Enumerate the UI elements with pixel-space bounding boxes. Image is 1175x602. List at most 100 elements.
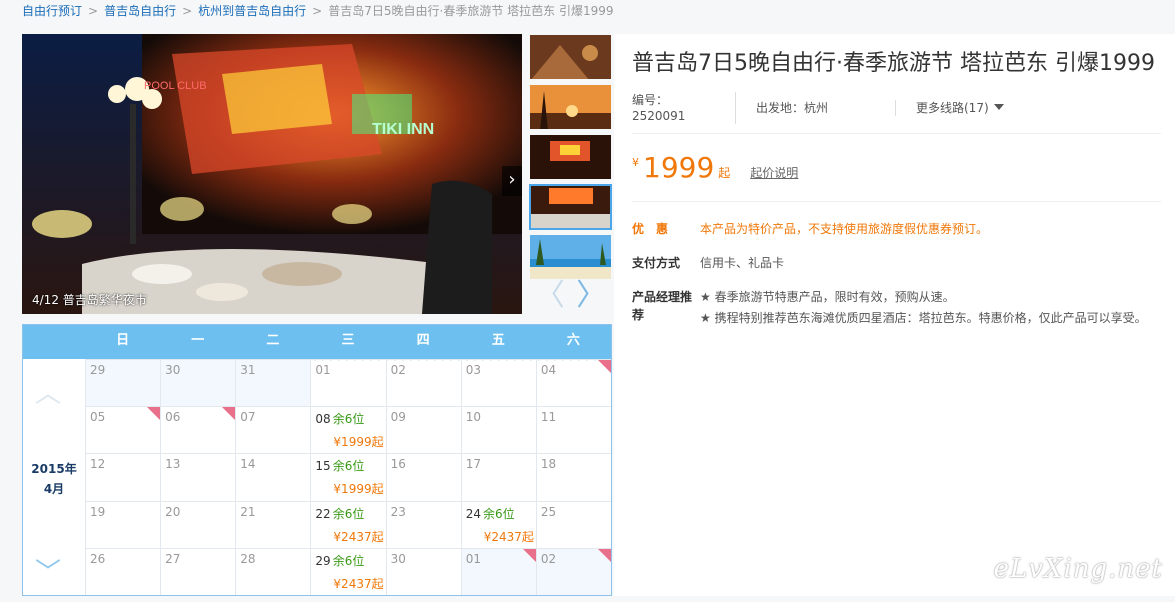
main-photo[interactable]: POOL CLUB TIKI INN 4/12 普吉岛繁华夜市 › (22, 34, 522, 314)
calendar-day-number: 10 (465, 410, 481, 425)
calendar-day-cell[interactable]: 09 (385, 406, 461, 454)
calendar-day-cell[interactable]: 18 (535, 453, 611, 501)
day-price: ¥2437起 (333, 576, 384, 591)
calendar-day-cell[interactable]: 29 (85, 359, 161, 407)
thumbnail-3[interactable] (529, 134, 612, 180)
product-title: 普吉岛7日5晚自由行·春季旅游节 塔拉芭东 引爆1999 (632, 51, 1155, 76)
calendar-day-cell[interactable]: 11 (535, 406, 611, 454)
calendar-day-number: 06 (165, 410, 181, 425)
thumbnail-image (530, 35, 611, 79)
price-explain-link[interactable]: 起价说明 (750, 164, 798, 181)
calendar-day-cell[interactable]: 21 (235, 500, 311, 548)
chevron-up-icon[interactable]: ︿ (35, 373, 61, 410)
calendar-day-number: 01 (465, 551, 481, 566)
thumbnail-prev-icon[interactable]: 〈 (535, 281, 565, 311)
product-info-panel: 普吉岛7日5晚自由行·春季旅游节 塔拉芭东 引爆1999 编号：2520091 … (614, 34, 1175, 596)
calendar-day-cell[interactable]: 13 (160, 453, 236, 501)
product-code: 编号：2520091 (632, 91, 736, 124)
weekday-sun: 日 (116, 333, 130, 348)
calendar-day-number: 05 (90, 410, 106, 425)
calendar-day-cell[interactable]: 23 (385, 500, 461, 548)
thumbnail-image (530, 135, 611, 179)
thumbnail-2[interactable] (529, 84, 612, 130)
calendar-day-number: 31 (240, 363, 256, 377)
calendar-day-number: 30 (390, 551, 406, 566)
calendar-day-cell[interactable]: 12 (85, 453, 161, 501)
calendar-day-cell[interactable]: 20 (160, 500, 236, 548)
remaining-seats: 余6位 (332, 412, 365, 427)
remaining-seats: 余6位 (482, 506, 515, 521)
more-routes-dropdown[interactable]: 更多线路(17) (916, 100, 1024, 116)
calendar-day-cell[interactable]: 08 余6位 ¥1999起 (310, 406, 386, 454)
calendar-day-number: 11 (540, 410, 557, 425)
calendar-day-cell[interactable]: 06 (160, 406, 236, 454)
breadcrumb-item-free-travel[interactable]: 自由行预订 (22, 4, 82, 18)
calendar-day-number: 04 (540, 363, 557, 377)
calendar-day-number: 02 (390, 363, 406, 377)
recommend-list: ★ 春季旅游节特惠产品，限时有效，预购从速。 ★ 携程特别推荐芭东海滩优质四星酒… (700, 288, 1161, 327)
calendar-day-cell[interactable]: 29 余6位 ¥2437起 (310, 547, 386, 595)
calendar-day-number: 15 (315, 459, 331, 474)
calendar-day-cell[interactable]: 01 (460, 547, 536, 595)
thumbnail-4-active[interactable] (529, 184, 612, 230)
weekday-sat: 六 (566, 333, 580, 348)
calendar-day-cell[interactable]: 01 (310, 359, 386, 407)
payment-text: 信用卡、礼品卡 (700, 256, 785, 270)
calendar-day-number: 24 (465, 506, 481, 521)
site-watermark: eLvXing.net (993, 554, 1163, 584)
calendar-day-cell[interactable]: 04 (535, 359, 611, 407)
calendar-day-cell[interactable]: 10 (460, 406, 536, 454)
next-photo-button[interactable]: › (502, 166, 522, 196)
chevron-down-icon[interactable]: ﹀ (35, 552, 61, 589)
night-market-image: POOL CLUB TIKI INN (22, 34, 522, 314)
thumbnail-strip (529, 34, 612, 284)
calendar-day-cell[interactable]: 17 (460, 453, 536, 501)
calendar-day-number: 02 (540, 551, 557, 566)
calendar-day-cell[interactable]: 16 (385, 453, 461, 501)
calendar-year: 2015年 (31, 462, 77, 476)
calendar-day-number: 09 (390, 410, 406, 425)
calendar-day-cell[interactable]: 30 (385, 547, 461, 595)
calendar-day-cell[interactable]: 03 (460, 359, 536, 407)
calendar-day-cell[interactable]: 05 (85, 406, 161, 454)
thumbnail-1[interactable] (529, 34, 612, 80)
breadcrumb-item-hangzhou-phuket[interactable]: 杭州到普吉岛自由行 (198, 4, 306, 18)
payment-label: 支付方式 (632, 256, 681, 270)
calendar-day-number: 16 (390, 457, 406, 472)
calendar-day-cell[interactable]: 31 (235, 359, 311, 407)
calendar-day-cell[interactable]: 07 (235, 406, 311, 454)
calendar-day-cell[interactable]: 24 余6位 ¥2437起 (460, 500, 536, 548)
calendar-day-cell[interactable]: 27 (160, 547, 236, 595)
remaining-seats: 余6位 (332, 459, 365, 474)
calendar-day-cell[interactable]: 02 (535, 547, 611, 595)
weekday-thu: 四 (416, 333, 430, 348)
calendar-day-number: 13 (165, 457, 181, 472)
calendar-day-cell[interactable]: 15 余6位 ¥1999起 (310, 453, 386, 501)
price-amount: 1999 (643, 151, 715, 184)
tiki-inn-sign: TIKI INN (372, 121, 434, 138)
calendar-day-cell[interactable]: 22 余6位 ¥2437起 (310, 500, 386, 548)
pool-club-sign: POOL CLUB (144, 80, 207, 92)
calendar-day-cell[interactable]: 28 (235, 547, 311, 595)
discount-label: 优 惠 (632, 222, 669, 236)
calendar-day-cell[interactable]: 26 (85, 547, 161, 595)
thumbnail-5[interactable] (529, 234, 612, 280)
calendar-day-cell[interactable]: 30 (160, 359, 236, 407)
calendar-day-cell[interactable]: 02 (385, 359, 461, 407)
calendar-day-number: 08 (315, 412, 331, 427)
calendar-day-number: 14 (240, 457, 256, 472)
breadcrumb-item-phuket[interactable]: 普吉岛自由行 (104, 4, 176, 18)
breadcrumb-separator: > (182, 4, 193, 18)
calendar-day-cell[interactable]: 14 (235, 453, 311, 501)
calendar-day-cell[interactable]: 19 (85, 500, 161, 548)
thumbnail-image (530, 235, 611, 279)
price-row: ¥ 1999 起 起价说明 (632, 134, 1161, 202)
calendar-month: 4月 (43, 482, 65, 496)
calendar-day-number: 20 (165, 504, 181, 519)
thumbnail-next-icon[interactable]: 〉 (576, 281, 606, 311)
remaining-seats: 余6位 (332, 553, 365, 568)
price-suffix: 起 (718, 166, 731, 180)
more-routes-label: 更多线路(17) (916, 100, 989, 115)
product-meta: 编号：2520091 出发地：杭州 更多线路(17) (632, 91, 1161, 134)
calendar-day-cell[interactable]: 25 (535, 500, 611, 548)
